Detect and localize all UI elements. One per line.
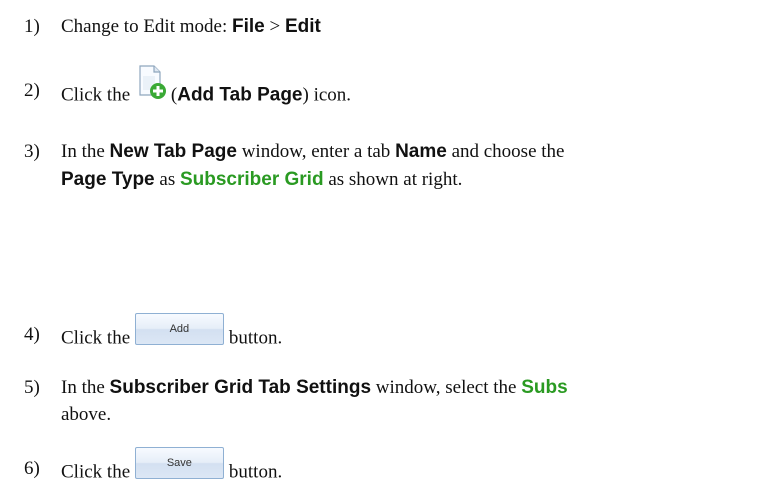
step-text: Change to Edit mode: File > Edit — [61, 16, 321, 37]
step-text: Click the Add button. — [61, 313, 282, 355]
menu-file: File — [231, 16, 265, 37]
step-number: 6) — [24, 458, 40, 479]
step-number: 2) — [24, 80, 40, 101]
step-number: 4) — [24, 324, 40, 345]
add-button[interactable]: Add — [134, 313, 224, 345]
step-text: Click the (Add Tab Page) icon. — [61, 65, 351, 113]
step-text-line1: In the Subscriber Grid Tab Settings wind… — [61, 377, 568, 398]
step-text-line2: above. — [61, 404, 112, 425]
save-button[interactable]: Save — [134, 447, 224, 479]
step-number: 1) — [24, 16, 40, 37]
step-number: 5) — [24, 377, 40, 398]
step-text: Click the Save button. — [61, 447, 282, 489]
step-text-line1: In the New Tab Page window, enter a tab … — [61, 141, 565, 162]
step-number: 3) — [24, 141, 40, 162]
add-page-icon[interactable] — [137, 65, 167, 99]
menu-edit: Edit — [284, 16, 321, 37]
step-text-line2: Page Type as Subscriber Grid as shown at… — [61, 169, 463, 190]
